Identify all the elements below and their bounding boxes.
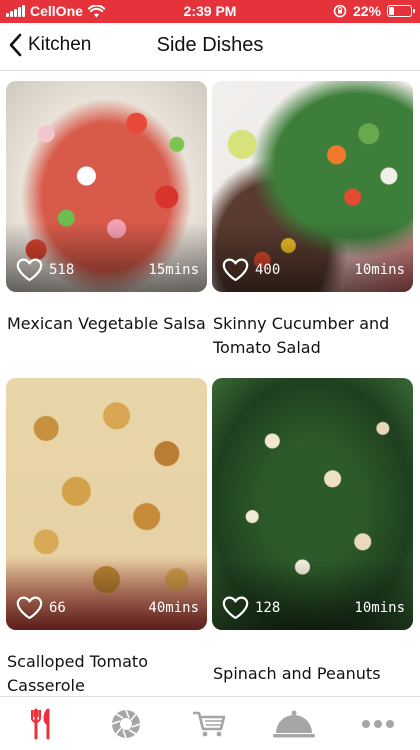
recipe-overlay: 518 15mins [16,258,199,282]
tab-camera[interactable] [84,697,168,750]
heart-icon [16,596,43,620]
tab-bar [0,696,420,750]
camera-aperture-icon [111,709,141,738]
battery-fill [389,7,395,15]
like-button[interactable]: 400 [222,258,280,282]
heart-icon [16,258,43,282]
battery-percent: 22% [352,3,381,19]
like-count: 400 [255,262,281,278]
recipe-card[interactable]: 400 10mins Skinny Cucumber and Tomato Sa… [212,81,413,360]
like-button[interactable]: 66 [16,596,66,620]
orientation-lock-icon [333,4,347,18]
like-button[interactable]: 518 [16,258,74,282]
recipe-image[interactable]: 128 10mins [212,378,413,630]
recipe-title[interactable]: Skinny Cucumber and Tomato Salad [212,312,413,360]
cook-time: 40mins [148,600,199,616]
tab-shopping[interactable] [168,697,252,750]
heart-icon [222,596,249,620]
fork-knife-icon [31,708,50,739]
cook-time: 10mins [354,600,405,616]
tab-recipes[interactable] [0,697,84,750]
like-count: 518 [49,262,75,278]
recipe-card[interactable]: 66 40mins Scalloped Tomato Casserole [6,378,207,696]
recipe-title[interactable]: Spinach and Peanuts [212,662,413,686]
status-right: 22% [333,3,415,19]
recipe-overlay: 400 10mins [222,258,405,282]
navigation-bar: Kitchen Side Dishes [0,23,420,71]
back-label: Kitchen [28,34,92,55]
recipe-image[interactable]: 518 15mins [6,81,207,292]
recipe-overlay: 128 10mins [222,596,405,620]
recipe-image[interactable]: 400 10mins [212,81,413,292]
recipe-overlay: 66 40mins [16,596,199,620]
recipe-title[interactable]: Mexican Vegetable Salsa [6,312,207,336]
tab-meals[interactable] [252,697,336,750]
tab-more[interactable] [336,697,420,750]
recipe-title[interactable]: Scalloped Tomato Casserole [6,650,207,696]
recipe-grid: 518 15mins Mexican Vegetable Salsa 400 1… [0,72,420,696]
chevron-left-icon [9,33,22,57]
cloche-icon [273,710,315,737]
heart-icon [222,258,249,282]
recipe-card[interactable]: 518 15mins Mexican Vegetable Salsa [6,81,207,336]
cook-time: 15mins [148,262,199,278]
back-button[interactable]: Kitchen [8,33,91,57]
shopping-cart-icon [193,711,226,736]
recipe-card[interactable]: 128 10mins Spinach and Peanuts [212,378,413,686]
like-button[interactable]: 128 [222,596,280,620]
like-count: 66 [49,600,66,616]
like-count: 128 [255,600,281,616]
recipe-image[interactable]: 66 40mins [6,378,207,630]
cook-time: 10mins [354,262,405,278]
more-dots-icon [362,719,394,728]
status-bar: CellOne 2:39 PM 22% [0,0,420,23]
battery-icon [387,5,415,17]
